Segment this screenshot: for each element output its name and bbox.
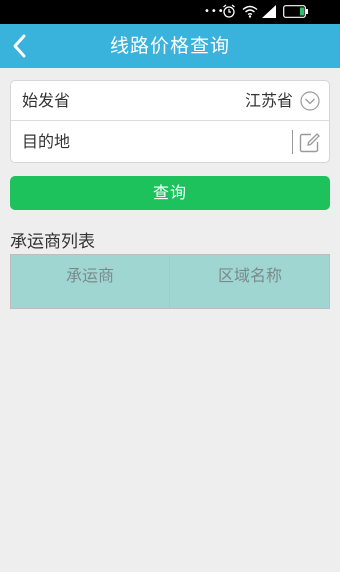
column-header-carrier: 承运商 <box>11 255 170 308</box>
status-bar: ••• <box>0 0 340 24</box>
origin-province-row[interactable]: 始发省 江苏省 <box>11 81 329 121</box>
signal-icon <box>262 5 276 18</box>
destination-label: 目的地 <box>22 132 71 151</box>
field-divider <box>292 130 293 154</box>
app-header: 线路价格查询 <box>0 24 340 68</box>
battery-icon <box>283 5 308 18</box>
destination-row[interactable]: 目的地 <box>11 122 329 162</box>
carrier-table: 承运商 区域名称 <box>10 254 330 309</box>
carrier-list-title: 承运商列表 <box>10 232 95 252</box>
column-header-region: 区域名称 <box>217 266 282 285</box>
alarm-icon <box>223 4 235 18</box>
page-title: 线路价格查询 <box>109 35 230 57</box>
route-form: 始发省 江苏省 目的地 <box>10 80 330 163</box>
origin-value[interactable]: 江苏省 <box>245 81 293 121</box>
wifi-icon <box>242 5 258 18</box>
query-button[interactable]: 查询 <box>10 176 330 210</box>
edit-icon[interactable] <box>299 132 320 153</box>
chevron-down-icon[interactable] <box>300 91 320 111</box>
origin-label: 始发省 <box>22 91 71 110</box>
